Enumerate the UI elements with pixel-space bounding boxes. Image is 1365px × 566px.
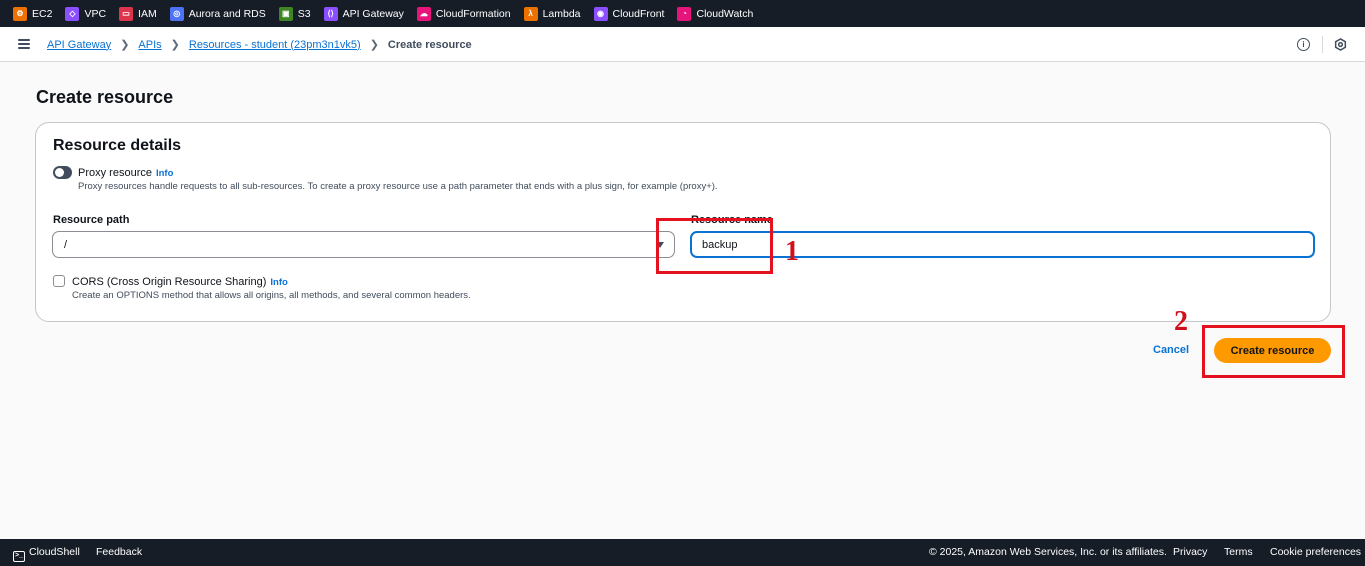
lambda-icon: λ	[523, 6, 538, 21]
cloudformation-icon: ☁	[416, 6, 431, 21]
annotation-box-2	[1202, 325, 1345, 378]
terms-link[interactable]: Terms	[1224, 546, 1253, 558]
chevron-right-icon: ❯	[120, 39, 130, 51]
api-gateway-icon: ⟨⟩	[323, 6, 338, 21]
cors-info-link[interactable]: Info	[270, 277, 287, 288]
s3-icon: ▣	[278, 6, 293, 21]
rds-icon: ◎	[169, 6, 184, 21]
annotation-box-1	[656, 218, 773, 274]
divider	[1322, 36, 1323, 53]
cors-label: CORS (Cross Origin Resource Sharing) Info	[72, 276, 288, 288]
console-footer: >_ CloudShell Feedback © 2025, Amazon Web…	[0, 539, 1365, 566]
proxy-resource-toggle[interactable]	[53, 166, 72, 179]
favorite-ec2[interactable]: ⚙ EC2	[13, 6, 52, 21]
cors-checkbox[interactable]	[53, 275, 65, 287]
resource-name-input[interactable]	[690, 231, 1315, 258]
info-icon[interactable]: i	[1297, 38, 1310, 51]
privacy-link[interactable]: Privacy	[1173, 546, 1207, 558]
cors-description: Create an OPTIONS method that allows all…	[72, 290, 471, 301]
favorite-api-gateway[interactable]: ⟨⟩ API Gateway	[323, 6, 404, 21]
breadcrumb-api-gateway[interactable]: API Gateway	[47, 39, 111, 51]
resource-path-label: Resource path	[53, 214, 130, 226]
chevron-right-icon: ❯	[170, 39, 180, 51]
settings-icon[interactable]	[1334, 38, 1347, 51]
favorites-bar: ⚙ EC2 ◇ VPC ▭ IAM ◎ Aurora and RDS ▣ S3 ⟨⟩ API…	[0, 0, 1365, 27]
annotation-number-2: 2	[1174, 306, 1188, 337]
breadcrumb-current: Create resource	[387, 38, 472, 51]
breadcrumb: API Gateway ❯ APIs ❯ Resources - student…	[47, 38, 472, 52]
favorite-iam[interactable]: ▭ IAM	[119, 6, 157, 21]
cookie-preferences-link[interactable]: Cookie preferences	[1270, 546, 1361, 558]
favorite-lambda[interactable]: λ Lambda	[523, 6, 581, 21]
menu-icon[interactable]	[18, 39, 30, 49]
favorite-cloudformation[interactable]: ☁ CloudFormation	[416, 6, 511, 21]
cloudfront-icon: ◉	[593, 6, 608, 21]
vpc-icon: ◇	[65, 6, 80, 21]
annotation-number-1: 1	[785, 236, 799, 267]
resource-path-select[interactable]: /	[52, 231, 675, 258]
breadcrumb-apis[interactable]: APIs	[138, 39, 161, 51]
panel-title: Resource details	[53, 137, 182, 154]
breadcrumb-resources[interactable]: Resources - student (23pm3n1vk5)	[189, 39, 361, 51]
copyright-text: © 2025, Amazon Web Services, Inc. or its…	[929, 546, 1167, 558]
favorite-aurora-rds[interactable]: ◎ Aurora and RDS	[169, 6, 266, 21]
chevron-right-icon: ❯	[369, 39, 379, 51]
breadcrumb-bar: API Gateway ❯ APIs ❯ Resources - student…	[0, 27, 1365, 62]
favorite-vpc[interactable]: ◇ VPC	[65, 6, 106, 21]
proxy-resource-description: Proxy resources handle requests to all s…	[78, 181, 718, 192]
cloudshell-button[interactable]: >_ CloudShell	[13, 546, 80, 562]
ec2-icon: ⚙	[13, 6, 27, 21]
cloudwatch-icon: ◔	[677, 6, 692, 21]
proxy-info-link[interactable]: Info	[156, 168, 173, 179]
terminal-icon: >_	[13, 551, 25, 562]
feedback-link[interactable]: Feedback	[96, 546, 142, 558]
favorite-cloudfront[interactable]: ◉ CloudFront	[593, 6, 664, 21]
proxy-resource-label: Proxy resource Info	[78, 167, 174, 179]
iam-icon: ▭	[119, 6, 134, 21]
favorite-cloudwatch[interactable]: ◔ CloudWatch	[677, 6, 753, 21]
favorite-s3[interactable]: ▣ S3	[278, 6, 311, 21]
cancel-button[interactable]: Cancel	[1153, 344, 1189, 356]
page-title: Create resource	[36, 87, 174, 107]
